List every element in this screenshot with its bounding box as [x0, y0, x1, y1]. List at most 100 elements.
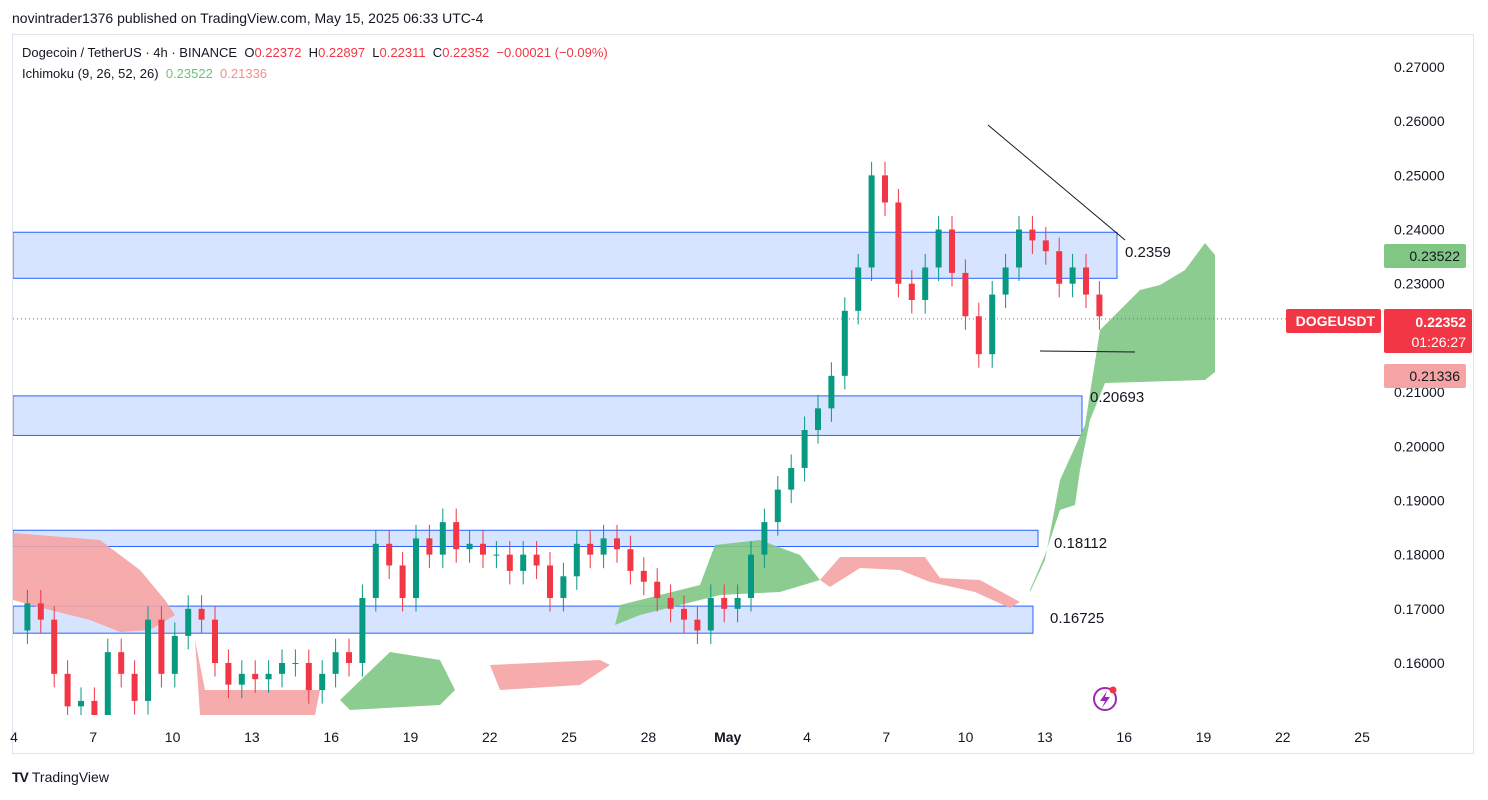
price-tick-label: 0.16000 [1394, 655, 1445, 671]
time-tick-label: 13 [1037, 729, 1053, 745]
candle-body [453, 522, 460, 550]
price-tick-label: 0.20000 [1394, 438, 1445, 454]
candle-body [1029, 229, 1036, 241]
candle-body [64, 673, 71, 707]
candle-body [1056, 251, 1063, 284]
candle-body [721, 597, 728, 609]
indicator-legend[interactable]: Ichimoku (9, 26, 52, 26) 0.23522 0.21336 [22, 66, 267, 81]
price-tick-label: 0.23000 [1394, 276, 1445, 292]
candle-body [962, 272, 969, 317]
candle-body [265, 673, 272, 680]
time-tick-label: 19 [403, 729, 419, 745]
candle-body [1042, 240, 1049, 252]
candle-body [761, 522, 768, 555]
time-tick-label: 4 [803, 729, 811, 745]
indicator-value-span-a: 0.23522 [165, 66, 213, 81]
candle-body [520, 554, 527, 571]
candle-body [533, 554, 540, 566]
symbol-legend[interactable]: Dogecoin / TetherUS · 4h · BINANCE O0.22… [22, 45, 608, 60]
cloud-segment [490, 660, 610, 690]
candle-body [91, 700, 98, 715]
candle-body [855, 267, 862, 311]
candle-body [252, 673, 259, 680]
candle-body [600, 538, 607, 555]
candle-body [868, 175, 875, 268]
candle-body [24, 603, 31, 631]
candle-body [131, 673, 138, 701]
candle-body [560, 576, 567, 598]
candle-body [935, 229, 942, 268]
candle-body [614, 538, 620, 550]
indicator-value-span-b: 0.21336 [220, 66, 268, 81]
candle-body [1016, 229, 1022, 268]
candle-body [145, 619, 151, 701]
price-tick-label: 0.26000 [1394, 113, 1445, 129]
price-tick-label: 0.24000 [1394, 222, 1445, 238]
candle-body [882, 175, 888, 203]
time-tick-label: 25 [1354, 729, 1370, 745]
candle-body [949, 229, 955, 273]
candle-body [118, 652, 125, 674]
price-tick-label: 0.19000 [1394, 492, 1445, 508]
time-tick-label: 19 [1196, 729, 1212, 745]
tradingview-brand[interactable]: TV TradingView [12, 769, 109, 785]
candle-body [346, 652, 352, 663]
candle-body [480, 543, 486, 555]
candle-body [185, 608, 192, 636]
chart-canvas[interactable]: 0.270000.260000.250000.240000.230000.210… [0, 0, 1488, 800]
candle-body [694, 619, 701, 631]
candle-body [801, 430, 808, 468]
ichimoku-cloud [13, 243, 1215, 715]
candle-body [922, 267, 929, 300]
candle-body [372, 543, 379, 598]
cloud-segment [820, 557, 1020, 608]
zone-price-label: 0.16725 [1050, 610, 1104, 627]
tradingview-logo-icon: TV [12, 769, 29, 785]
time-tick-label: 10 [958, 729, 974, 745]
candle-body [654, 581, 661, 598]
price-tick-label: 0.25000 [1394, 167, 1445, 183]
price-zone [13, 395, 1083, 436]
time-tick-label: 7 [882, 729, 890, 745]
time-tick-label: 7 [89, 729, 97, 745]
lightning-icon[interactable] [1093, 686, 1117, 711]
candle-body [627, 549, 634, 571]
candle-body [1002, 267, 1009, 295]
zone-price-label: 0.20693 [1090, 389, 1144, 406]
indicator-title: Ichimoku (9, 26, 52, 26) [22, 66, 159, 81]
price-zone [13, 529, 1039, 548]
high-value: 0.22897 [318, 45, 366, 60]
candle-body [319, 673, 326, 691]
candle-body [359, 597, 366, 663]
candle-body [707, 597, 714, 631]
candle-body [332, 652, 339, 674]
time-tick-label: 4 [10, 729, 18, 745]
price-tick-label: 0.27000 [1394, 59, 1445, 75]
badge-last-price: 0.22352 [1415, 314, 1466, 330]
candle-body [386, 543, 393, 566]
candle-body [908, 283, 915, 300]
time-tick-label: 16 [1116, 729, 1132, 745]
close-value: 0.22352 [442, 45, 490, 60]
candle-body [1083, 267, 1089, 295]
price-badges: 0.23522 DOGEUSDT 0.22352 01:26:27 0.21336 [1286, 244, 1472, 388]
candle-body [198, 608, 205, 620]
price-tick-label: 0.17000 [1394, 601, 1445, 617]
candle-body [681, 608, 687, 620]
time-tick-label: 16 [323, 729, 339, 745]
candle-body [1069, 267, 1076, 284]
candle-body [506, 554, 513, 571]
time-tick-label: 13 [244, 729, 260, 745]
time-tick-label: 28 [641, 729, 657, 745]
candle-body [841, 310, 848, 376]
badge-span-a: 0.23522 [1409, 248, 1460, 264]
candle-body [975, 316, 982, 355]
candle-body [640, 570, 647, 582]
time-axis[interactable]: 4 7 10 13 16 19 22 25 28 May 4 7 10 13 16 19 22 25 [10, 729, 1370, 745]
cloud-segment [340, 652, 455, 710]
open-label: O [244, 45, 255, 60]
candle-body [587, 543, 594, 555]
badge-countdown: 01:26:27 [1412, 334, 1467, 350]
candle-body [171, 635, 178, 674]
time-tick-label: 25 [561, 729, 577, 745]
